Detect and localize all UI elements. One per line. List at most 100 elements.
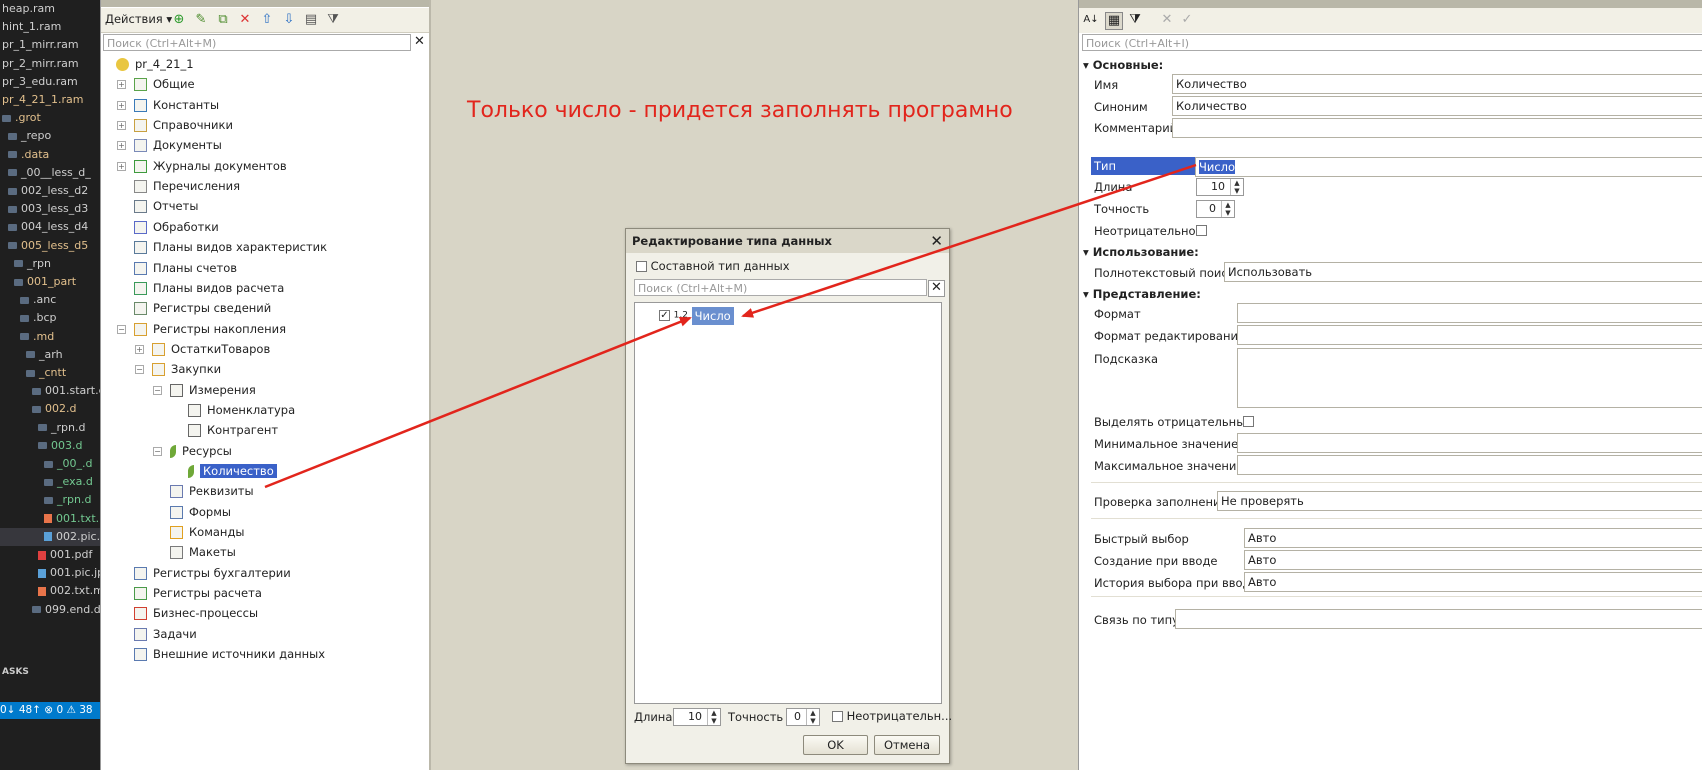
checkbox-box[interactable]	[832, 711, 843, 722]
explorer-item[interactable]: 003_less_d3	[0, 200, 100, 218]
explorer-item[interactable]: .data	[0, 146, 100, 164]
spinner-arrows-icon[interactable]: ▲ ▼	[1221, 201, 1234, 217]
min-value-field[interactable]	[1237, 433, 1702, 453]
tree-item[interactable]: Планы счетов	[134, 258, 237, 278]
cancel-button[interactable]: Отмена	[874, 735, 940, 755]
status-bar[interactable]: 0↓ 48↑ ⊗ 0 ⚠ 38	[0, 702, 100, 719]
explorer-item[interactable]: _cntt	[0, 364, 100, 382]
config-search-input[interactable]: Поиск (Ctrl+Alt+M)	[103, 34, 411, 51]
tree-item[interactable]: Бизнес-процессы	[134, 603, 258, 623]
tree-item[interactable]: Номенклатура	[188, 400, 295, 420]
explorer-item[interactable]: heap.ram	[0, 0, 100, 18]
explorer-item[interactable]: 099.end.d	[0, 601, 100, 619]
length-spinner[interactable]: 10 ▲ ▼	[673, 708, 721, 726]
ok-button[interactable]: OK	[803, 735, 868, 755]
type-link-field[interactable]	[1175, 609, 1702, 629]
explorer-item[interactable]: 002.pic.	[0, 527, 100, 546]
checkbox-box[interactable]	[636, 261, 647, 272]
explorer-item[interactable]: .grot	[0, 109, 100, 127]
tree-item[interactable]: Журналы документов	[134, 156, 287, 176]
explorer-item[interactable]: pr_3_edu.ram	[0, 73, 100, 91]
composite-type-checkbox[interactable]: Составной тип данных	[636, 259, 790, 273]
actions-menu[interactable]: Действия ▾	[105, 12, 172, 26]
explorer-item[interactable]: _00_.d	[0, 455, 100, 473]
edit-format-field[interactable]	[1237, 325, 1702, 345]
tree-item[interactable]: Измерения	[170, 380, 256, 400]
length-spinner[interactable]: 10 ▲ ▼	[1196, 178, 1244, 196]
type-field[interactable]: Число	[1195, 157, 1702, 177]
explorer-item[interactable]: pr_1_mirr.ram	[0, 36, 100, 54]
explorer-item[interactable]: _arh	[0, 346, 100, 364]
fulltext-search-field[interactable]: Использовать	[1224, 262, 1702, 282]
explorer-item[interactable]: 002_less_d2	[0, 182, 100, 200]
tree-item[interactable]: Реквизиты	[170, 481, 254, 501]
expand-toggle-icon[interactable]: +	[117, 100, 126, 110]
explorer-item[interactable]: 001.pdf	[0, 546, 100, 564]
explorer-item[interactable]: .md	[0, 328, 100, 346]
spinner-arrows-icon[interactable]: ▲ ▼	[1230, 179, 1243, 195]
clear-search-icon[interactable]: ✕	[412, 35, 427, 50]
clear-icon[interactable]: ✕	[1159, 12, 1175, 28]
precision-spinner[interactable]: 0 ▲ ▼	[786, 708, 820, 726]
tree-item[interactable]: Контрагент	[188, 420, 278, 440]
section-view[interactable]: ▾ Представление:	[1083, 287, 1201, 301]
comment-field[interactable]	[1172, 118, 1702, 138]
filter-icon[interactable]: ⧩	[325, 12, 341, 28]
tree-item[interactable]: Общие	[134, 74, 195, 94]
tree-item[interactable]: ОстаткиТоваров	[152, 339, 270, 359]
section-usage[interactable]: ▾ Использование:	[1083, 245, 1199, 259]
expand-toggle-icon[interactable]: +	[117, 161, 126, 171]
dialog-search-input[interactable]: Поиск (Ctrl+Alt+M)	[634, 279, 927, 296]
tree-item[interactable]: Макеты	[170, 542, 236, 562]
explorer-item[interactable]: 005_less_d5	[0, 237, 100, 255]
explorer-item[interactable]: _rpn	[0, 255, 100, 273]
max-value-field[interactable]	[1237, 455, 1702, 475]
explorer-item[interactable]: 001.txt.	[0, 510, 100, 528]
tree-item[interactable]: Обработки	[134, 217, 219, 237]
tree-item[interactable]: Справочники	[134, 115, 233, 135]
explorer-item[interactable]: _exa.d	[0, 473, 100, 491]
tree-item[interactable]: Внешние источники данных	[134, 644, 325, 664]
explorer-item[interactable]: 001_part	[0, 273, 100, 291]
move-down-icon[interactable]: ⇩	[281, 12, 297, 28]
nonnegative-checkbox[interactable]	[1196, 225, 1207, 236]
copy-icon[interactable]: ⧉	[215, 12, 231, 28]
tooltip-field[interactable]	[1237, 348, 1702, 408]
tree-item[interactable]: Регистры расчета	[134, 583, 262, 603]
properties-search-input[interactable]: Поиск (Ctrl+Alt+I)	[1082, 34, 1702, 51]
tree-item[interactable]: Ресурсы	[170, 441, 232, 461]
explorer-item[interactable]: .anc	[0, 291, 100, 309]
tree-item[interactable]: Количество	[188, 461, 277, 481]
move-up-icon[interactable]: ⇧	[259, 12, 275, 28]
expand-toggle-icon[interactable]: −	[153, 446, 162, 456]
create-on-input-field[interactable]: Авто	[1244, 550, 1702, 570]
explorer-item[interactable]: _00__less_d_	[0, 164, 100, 182]
section-main[interactable]: ▾ Основные:	[1083, 58, 1163, 72]
explorer-item[interactable]: _repo	[0, 127, 100, 145]
explorer-item[interactable]: 001.pic.jp	[0, 564, 100, 582]
tree-item[interactable]: Документы	[134, 135, 222, 155]
filter-icon[interactable]: ⧩	[1127, 12, 1143, 28]
tree-item[interactable]: Отчеты	[134, 196, 198, 216]
explorer-item[interactable]: .bcp	[0, 309, 100, 327]
tree-item[interactable]: Регистры накопления	[134, 319, 286, 339]
tree-item[interactable]: Закупки	[152, 359, 221, 379]
categories-icon[interactable]: ▦	[1105, 12, 1123, 30]
explorer-item[interactable]: 004_less_d4	[0, 218, 100, 236]
nonnegative-checkbox[interactable]: Неотрицательн...	[832, 709, 952, 723]
synonym-field[interactable]: Количество	[1172, 96, 1702, 116]
tree-item[interactable]: Команды	[170, 522, 244, 542]
name-field[interactable]: Количество	[1172, 74, 1702, 94]
tree-item[interactable]: pr_4_21_1	[116, 54, 194, 74]
precision-spinner[interactable]: 0 ▲ ▼	[1196, 200, 1235, 218]
add-icon[interactable]: ⊕	[171, 12, 187, 28]
explorer-item[interactable]: 001.start.c	[0, 382, 100, 400]
explorer-item[interactable]: pr_2_mirr.ram	[0, 55, 100, 73]
number-type-checkbox[interactable]: ✓	[659, 310, 670, 321]
explorer-item[interactable]: 003.d	[0, 437, 100, 455]
format-field[interactable]	[1237, 303, 1702, 323]
highlight-negative-checkbox[interactable]	[1243, 416, 1254, 427]
expand-toggle-icon[interactable]: −	[117, 324, 126, 334]
expand-toggle-icon[interactable]: +	[135, 344, 144, 354]
tree-item[interactable]: Константы	[134, 95, 219, 115]
